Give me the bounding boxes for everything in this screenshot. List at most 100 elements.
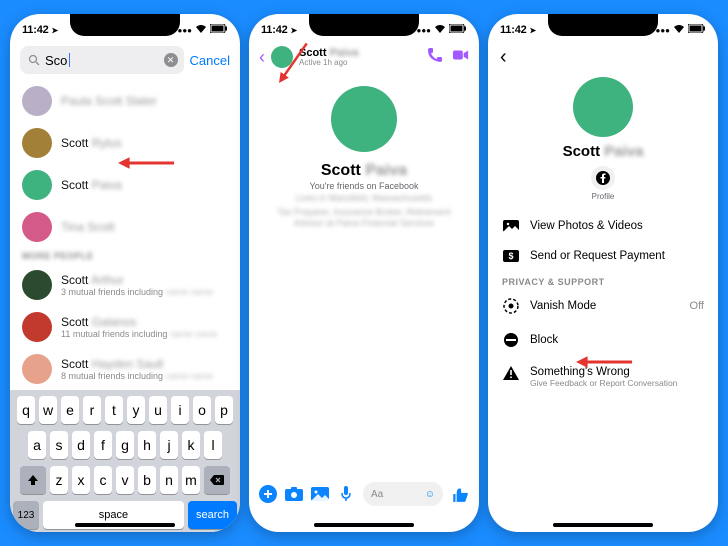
settings-profile: Scott Paiva Profile — [488, 73, 718, 201]
contact-name: Scott Paiva — [61, 178, 122, 192]
key-shift[interactable] — [20, 466, 46, 494]
key-b[interactable]: b — [138, 466, 156, 494]
key-search[interactable]: search — [188, 501, 237, 529]
sticker-button[interactable]: ☺ — [425, 489, 435, 500]
back-button[interactable]: ‹ — [259, 47, 265, 68]
key-p[interactable]: p — [215, 396, 233, 424]
phone-settings: 11:42 ➤ ●●● ‹ Scott Paiva Profile View P… — [488, 14, 718, 532]
key-e[interactable]: e — [61, 396, 79, 424]
key-w[interactable]: w — [39, 396, 57, 424]
search-query: Sco — [45, 53, 67, 68]
key-k[interactable]: k — [182, 431, 200, 459]
contact-row-target[interactable]: Scott Paiva — [10, 164, 240, 206]
search-icon — [28, 54, 40, 66]
video-call-button[interactable] — [453, 47, 469, 68]
profile-avatar[interactable] — [573, 77, 633, 137]
settings-row-payment[interactable]: $ Send or Request Payment — [488, 241, 718, 271]
contact-row[interactable]: Tina Scott — [10, 206, 240, 248]
key-numbers[interactable]: 123 — [13, 501, 39, 529]
key-c[interactable]: c — [94, 466, 112, 494]
home-indicator[interactable] — [314, 523, 414, 527]
call-button[interactable] — [427, 47, 443, 68]
wifi-icon — [434, 24, 446, 37]
key-l[interactable]: l — [204, 431, 222, 459]
settings-row-block[interactable]: Block — [488, 323, 718, 357]
profile-avatar[interactable] — [331, 86, 397, 152]
clear-search-button[interactable]: ✕ — [164, 53, 178, 67]
voice-button[interactable] — [337, 485, 355, 503]
key-t[interactable]: t — [105, 396, 123, 424]
key-f[interactable]: f — [94, 431, 112, 459]
settings-row-wrong[interactable]: Something's Wrong Give Feedback or Repor… — [488, 357, 718, 397]
settings-header: ‹ — [488, 46, 718, 73]
gallery-button[interactable] — [311, 485, 329, 503]
profile-location: Lives in Mansfield, Massachusetts — [278, 193, 451, 205]
settings-row-label: Vanish Mode — [530, 300, 596, 312]
chat-body: Scott Paiva You're friends on Facebook L… — [249, 72, 479, 476]
header-status: Active 1h ago — [299, 59, 358, 67]
add-button[interactable] — [259, 485, 277, 503]
key-z[interactable]: z — [50, 466, 68, 494]
key-i[interactable]: i — [171, 396, 189, 424]
contact-sub: 11 mutual friends including name name — [61, 329, 217, 339]
contact-row[interactable]: Scott RylusScott Rylus — [10, 122, 240, 164]
avatar — [22, 212, 52, 242]
block-icon — [502, 332, 520, 348]
header-avatar[interactable] — [271, 46, 293, 68]
settings-row-photos[interactable]: View Photos & Videos — [488, 211, 718, 241]
key-j[interactable]: j — [160, 431, 178, 459]
contact-name: Scott Arthur — [61, 273, 213, 287]
section-header-privacy: PRIVACY & SUPPORT — [488, 271, 718, 289]
key-u[interactable]: u — [149, 396, 167, 424]
key-y[interactable]: y — [127, 396, 145, 424]
phone-search: 11:42 ➤ ●●● Sco ✕ Cancel Paula Scott Sla… — [10, 14, 240, 532]
key-s[interactable]: s — [50, 431, 68, 459]
key-x[interactable]: x — [72, 466, 90, 494]
avatar — [22, 170, 52, 200]
cancel-button[interactable]: Cancel — [190, 53, 230, 68]
camera-button[interactable] — [285, 485, 303, 503]
like-button[interactable] — [451, 485, 469, 503]
contact-row[interactable]: Scott Arthur 3 mutual friends including … — [10, 264, 240, 306]
vanish-icon — [502, 298, 520, 314]
contact-row[interactable]: Paula Scott Slater — [10, 80, 240, 122]
text-cursor — [69, 53, 70, 67]
section-header-more: MORE PEOPLE — [10, 248, 240, 264]
profile-button-label: Profile — [592, 192, 615, 201]
warn-icon — [502, 366, 520, 380]
contact-name: Tina Scott — [61, 220, 115, 234]
status-time: 11:42 — [261, 24, 288, 36]
key-a[interactable]: a — [28, 431, 46, 459]
key-v[interactable]: v — [116, 466, 134, 494]
contact-row[interactable]: Scott Hayden Saull 8 mutual friends incl… — [10, 348, 240, 390]
contact-row[interactable]: Scott Galanos 11 mutual friends includin… — [10, 306, 240, 348]
phone-chat: 11:42 ➤ ●●● ‹ Scott Paiva Active 1h ago … — [249, 14, 479, 532]
key-o[interactable]: o — [193, 396, 211, 424]
wifi-icon — [195, 24, 207, 37]
location-icon: ➤ — [530, 26, 537, 35]
home-indicator[interactable] — [75, 523, 175, 527]
facebook-icon — [596, 171, 610, 185]
status-time: 11:42 — [22, 24, 49, 36]
key-q[interactable]: q — [17, 396, 35, 424]
key-m[interactable]: m — [182, 466, 200, 494]
search-input[interactable]: Sco ✕ — [20, 46, 184, 74]
key-g[interactable]: g — [116, 431, 134, 459]
settings-row-label: Block — [530, 334, 558, 346]
key-d[interactable]: d — [72, 431, 90, 459]
message-input[interactable]: Aa ☺ — [363, 482, 443, 506]
profile-button[interactable]: Profile — [591, 166, 615, 201]
avatar — [22, 270, 52, 300]
signal-icon: ●●● — [178, 26, 193, 35]
key-r[interactable]: r — [83, 396, 101, 424]
avatar — [22, 128, 52, 158]
key-h[interactable]: h — [138, 431, 156, 459]
chat-header-title[interactable]: Scott Paiva Active 1h ago — [299, 48, 358, 67]
home-indicator[interactable] — [553, 523, 653, 527]
key-delete[interactable] — [204, 466, 230, 494]
contact-sub: 3 mutual friends including name name — [61, 287, 213, 297]
key-n[interactable]: n — [160, 466, 178, 494]
back-button[interactable]: ‹ — [500, 46, 507, 68]
settings-row-vanish[interactable]: Vanish Mode Off — [488, 289, 718, 323]
battery-icon — [688, 24, 706, 36]
